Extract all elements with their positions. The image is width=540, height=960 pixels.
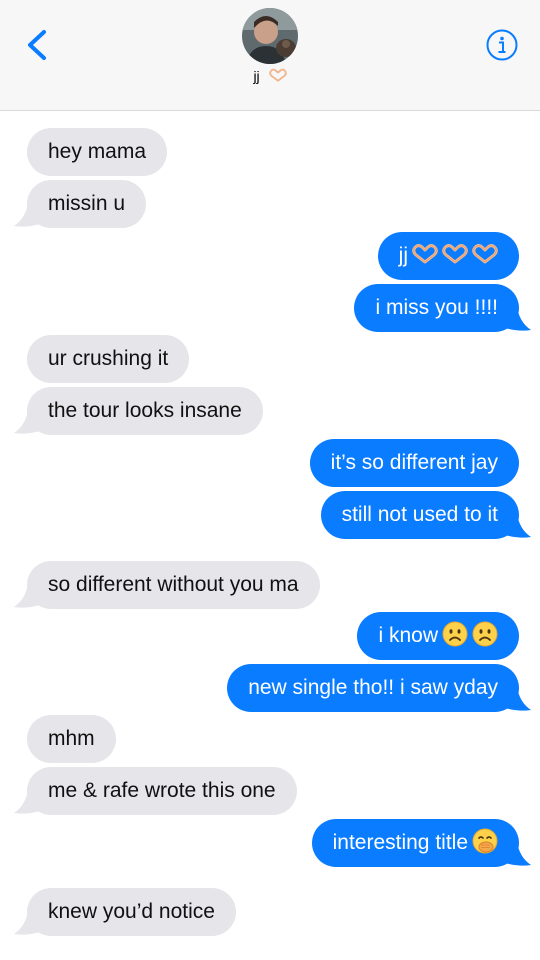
incoming-message-bubble[interactable]: knew you’d notice xyxy=(27,888,236,936)
contact-name[interactable]: jj xyxy=(0,68,540,84)
incoming-message-bubble[interactable]: the tour looks insane xyxy=(27,387,263,435)
frowning-face-emoji xyxy=(472,621,498,647)
outgoing-message-bubble[interactable]: still not used to it xyxy=(320,491,519,539)
message-text: still not used to it xyxy=(341,503,498,526)
message-text: interesting title xyxy=(332,831,468,854)
back-button[interactable] xyxy=(20,26,54,66)
message-text: mhm xyxy=(48,727,95,750)
message-text: knew you’d notice xyxy=(48,900,215,923)
incoming-message-bubble[interactable]: ur crushing it xyxy=(27,335,190,383)
incoming-message-bubble[interactable]: missin u xyxy=(27,180,147,228)
heart-hands-emoji xyxy=(412,244,438,264)
outgoing-message-bubble[interactable]: interesting title xyxy=(311,819,519,867)
outgoing-message-bubble[interactable]: i know xyxy=(357,612,519,660)
outgoing-message-bubble[interactable]: i miss you !!!! xyxy=(354,284,519,332)
message-text: hey mama xyxy=(48,140,147,163)
message-text: i know xyxy=(378,624,438,647)
message-text: it’s so different jay xyxy=(330,451,498,474)
outgoing-message-bubble[interactable]: jj xyxy=(377,232,519,280)
incoming-message-bubble[interactable]: me & rafe wrote this one xyxy=(27,767,297,815)
info-button[interactable] xyxy=(485,28,519,62)
incoming-message-bubble[interactable]: mhm xyxy=(27,715,116,763)
message-text: missin u xyxy=(48,192,126,215)
incoming-message-bubble[interactable]: hey mama xyxy=(27,128,168,176)
message-text: new single tho!! i saw yday xyxy=(248,676,498,699)
message-text: i miss you !!!! xyxy=(375,296,498,319)
hand-over-mouth-emoji xyxy=(472,828,498,854)
outgoing-message-bubble[interactable]: new single tho!! i saw yday xyxy=(227,664,519,712)
conversation-header: jj xyxy=(0,0,540,111)
frowning-face-emoji xyxy=(442,621,468,647)
heart-hands-emoji xyxy=(472,244,498,264)
message-text: the tour looks insane xyxy=(48,399,242,422)
message-text: ur crushing it xyxy=(48,347,169,370)
contact-avatar[interactable] xyxy=(242,8,298,64)
message-text: so different without you ma xyxy=(48,573,299,596)
info-icon xyxy=(485,29,519,66)
incoming-message-bubble[interactable]: so different without you ma xyxy=(27,561,320,609)
heart-hands-emoji xyxy=(268,68,287,82)
heart-hands-emoji xyxy=(442,244,468,264)
message-text: me & rafe wrote this one xyxy=(48,779,276,802)
message-text: jj xyxy=(398,244,408,267)
contact-name-text: jj xyxy=(253,68,260,84)
outgoing-message-bubble[interactable]: it’s so different jay xyxy=(309,439,519,487)
